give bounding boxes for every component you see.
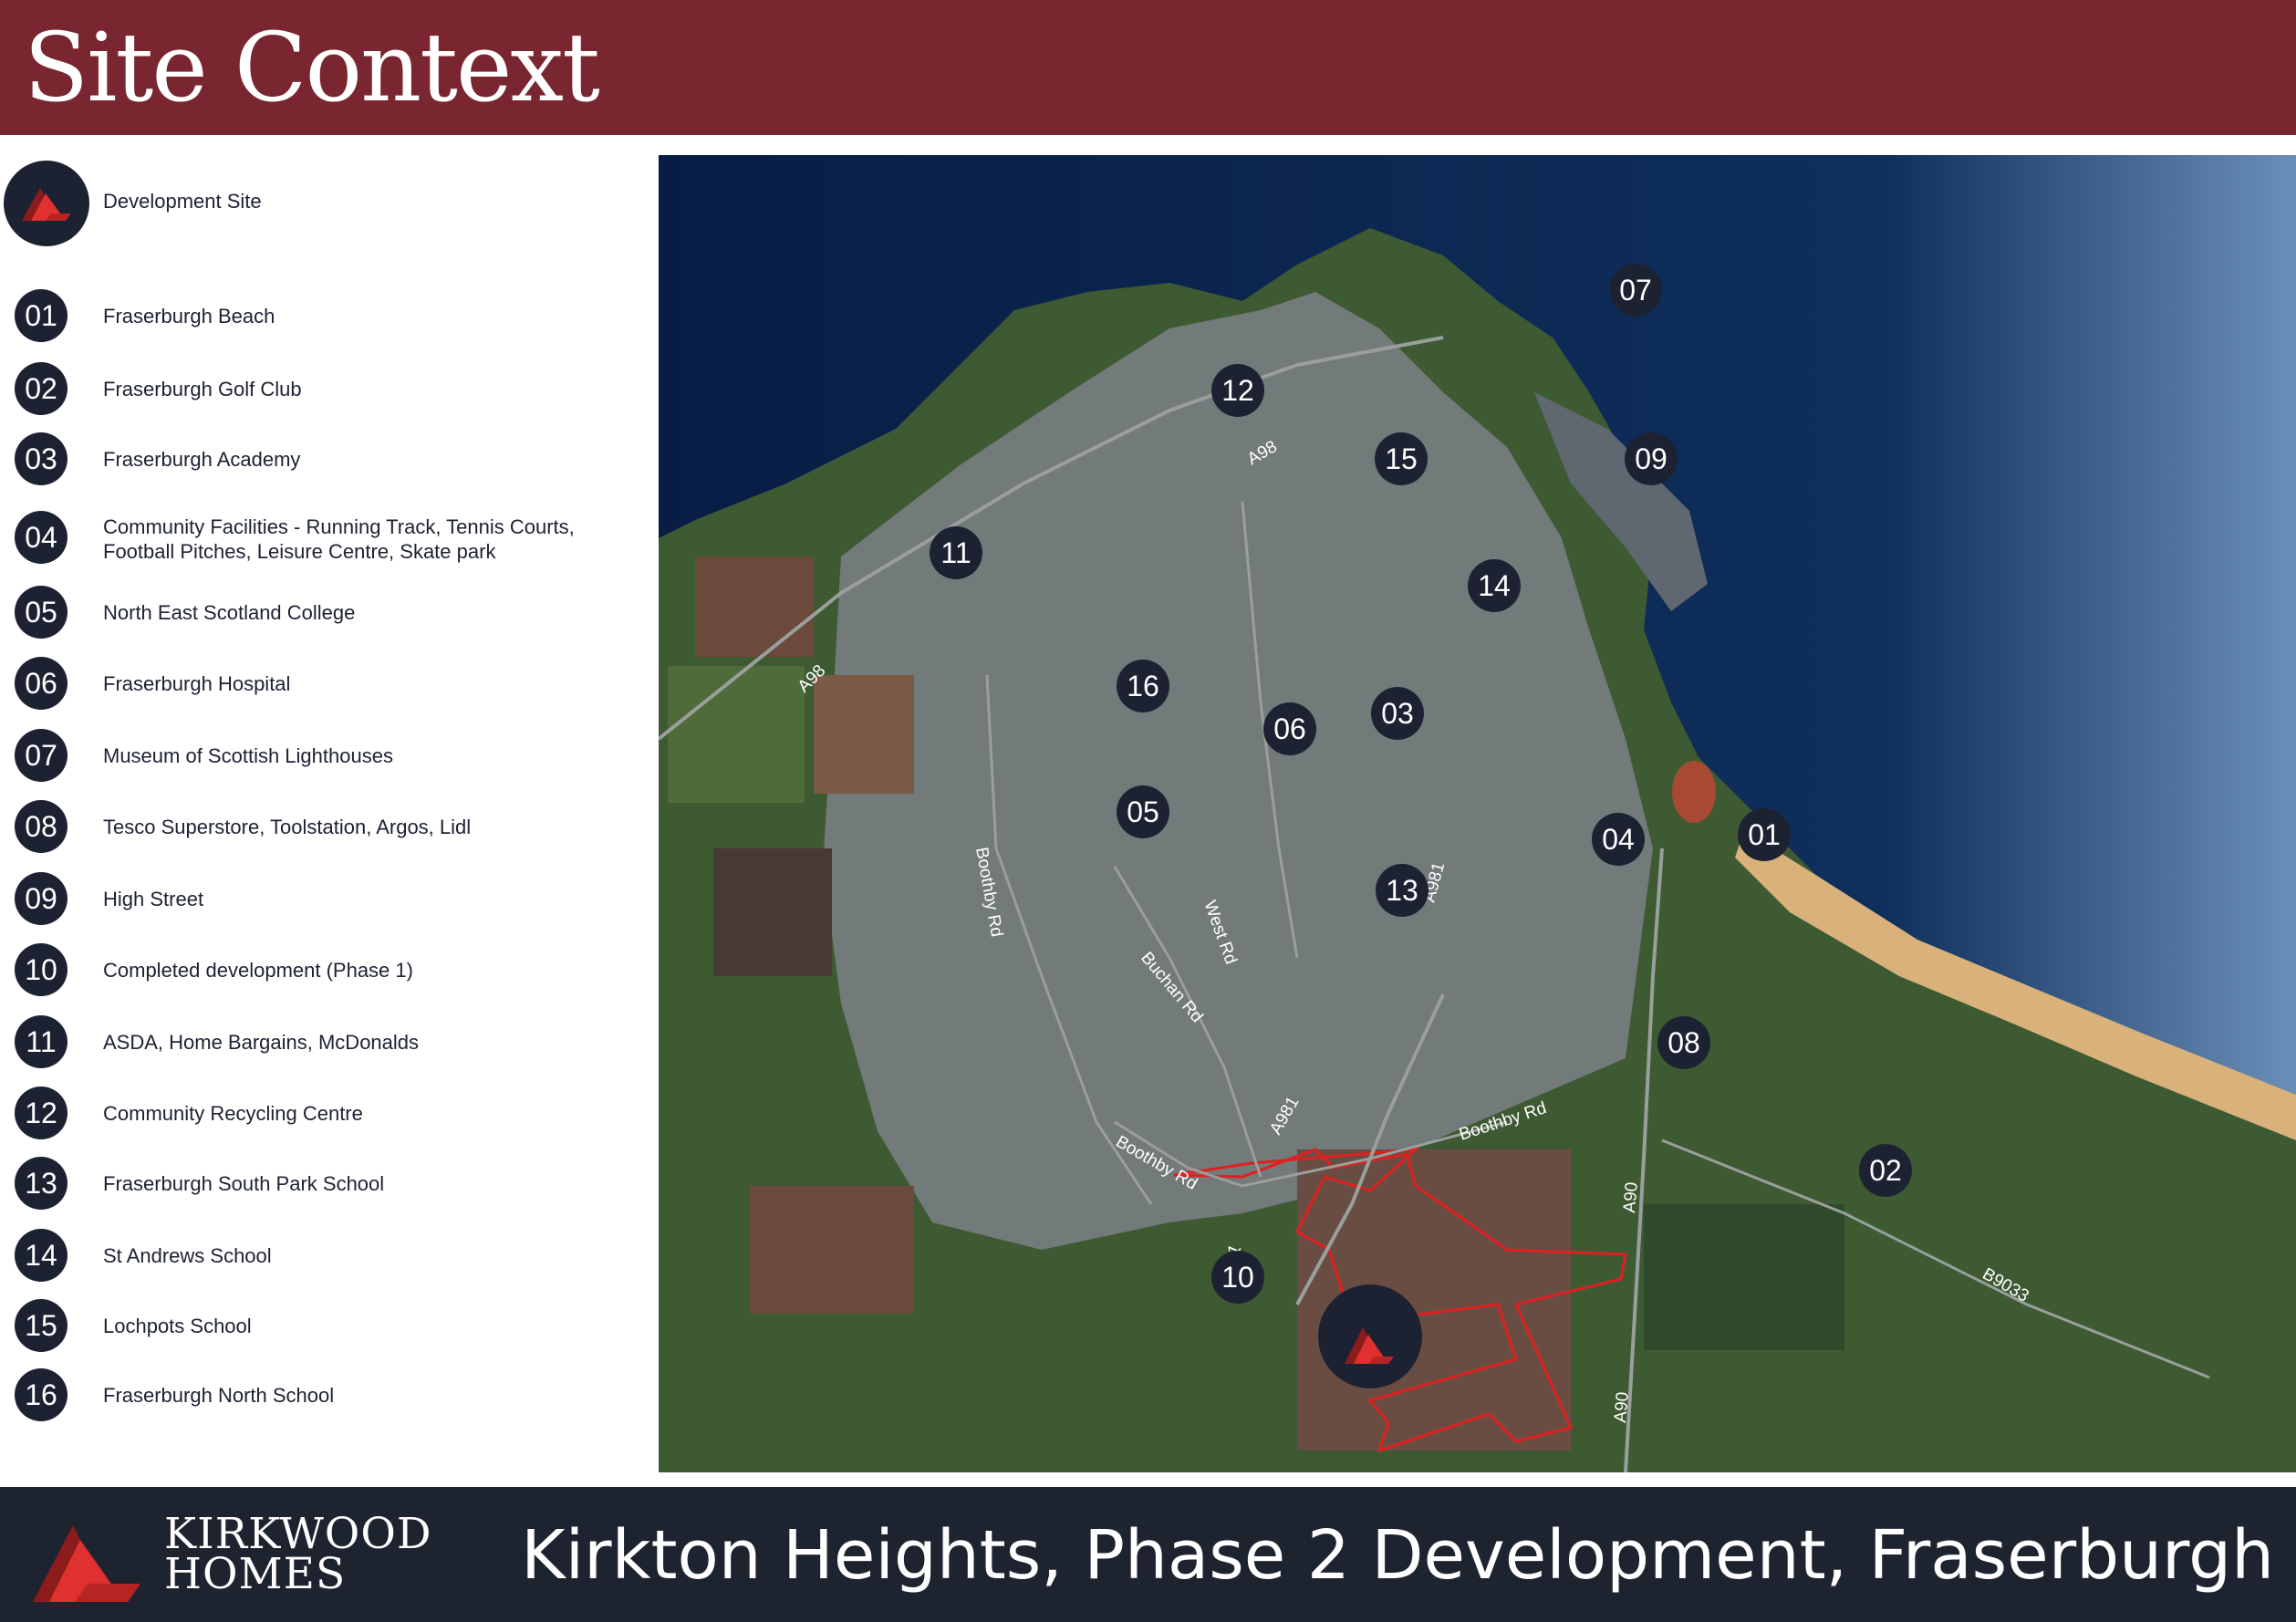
- running-track: [1672, 761, 1716, 823]
- legend-item-number-badge: 15: [15, 1299, 68, 1352]
- header-bar: Site Context: [0, 0, 2296, 135]
- legend-item-label: Community Facilities - Running Track, Te…: [103, 515, 575, 563]
- map-marker-06[interactable]: 06: [1263, 702, 1316, 755]
- field-area: [713, 848, 832, 976]
- legend-item-number-badge: 04: [15, 511, 68, 564]
- road-label: A90: [1620, 1181, 1642, 1214]
- map-marker-02[interactable]: 02: [1859, 1144, 1912, 1197]
- brand-name-line2: HOMES: [164, 1549, 347, 1599]
- legend-item-number-badge: 10: [15, 943, 68, 996]
- legend-item-label: Fraserburgh Academy: [103, 448, 301, 471]
- legend-item-label: Fraserburgh Golf Club: [103, 378, 302, 400]
- legend-item-number-badge: 16: [15, 1368, 68, 1421]
- road-label: A90: [1611, 1391, 1633, 1424]
- map-marker-08[interactable]: 08: [1657, 1016, 1710, 1069]
- footer-title: Kirkton Heights, Phase 2 Development, Fr…: [521, 1516, 2274, 1595]
- legend-item-number-badge: 05: [15, 586, 68, 639]
- legend-item-label: Fraserburgh Beach: [103, 305, 275, 328]
- map-marker-05[interactable]: 05: [1117, 785, 1169, 838]
- map-marker-11[interactable]: 11: [930, 526, 982, 579]
- legend-item-label: Fraserburgh North School: [103, 1384, 335, 1407]
- legend-item-number-badge: 03: [15, 432, 68, 485]
- map-marker-04[interactable]: 04: [1592, 813, 1645, 866]
- legend-item-label: Fraserburgh Hospital: [103, 672, 291, 695]
- map-marker-number: 09: [1635, 442, 1667, 475]
- legend-item-number-badge: 08: [15, 800, 68, 853]
- legend-item-number-badge: 14: [15, 1229, 68, 1282]
- map-marker-number: 01: [1748, 818, 1781, 851]
- page-title: Site Context: [24, 12, 600, 123]
- legend: Development Site 01 Fraserburgh Beach 02 Fr…: [0, 155, 657, 1469]
- map-marker-number: 16: [1127, 670, 1159, 702]
- map-marker-number: 14: [1478, 569, 1511, 602]
- map-marker-number: 13: [1386, 874, 1418, 907]
- field-area: [814, 675, 914, 794]
- legend-item-label: Museum of Scottish Lighthouses: [103, 744, 393, 767]
- map-marker-number: 03: [1381, 697, 1414, 730]
- legend-item-number-badge: 11: [15, 1015, 68, 1068]
- legend-item-label: North East Scotland College: [103, 601, 356, 624]
- legend-item-number-badge: 09: [15, 872, 68, 925]
- map-marker-number: 11: [940, 536, 971, 569]
- development-site-label: Development Site: [103, 190, 262, 213]
- map-marker-16[interactable]: 16: [1117, 660, 1169, 712]
- map-marker-14[interactable]: 14: [1468, 559, 1521, 612]
- legend-item-label: Completed development (Phase 1): [103, 959, 413, 982]
- site-map[interactable]: A98 A98 Boothby Rd West Rd Buchan Rd A981 Boot…: [657, 155, 2296, 1473]
- legend-item-number-badge: 06: [15, 657, 68, 710]
- map-marker-01[interactable]: 01: [1738, 808, 1791, 861]
- map-marker-number: 06: [1273, 712, 1306, 745]
- field-area: [695, 556, 814, 657]
- map-marker-12[interactable]: 12: [1211, 364, 1264, 417]
- map-marker-number: 15: [1385, 442, 1418, 475]
- map-marker-03[interactable]: 03: [1371, 687, 1424, 740]
- development-site-icon: [4, 161, 89, 246]
- legend-item-number-badge: 01: [15, 289, 68, 342]
- legend-item-label: Tesco Superstore, Toolstation, Argos, Li…: [103, 816, 472, 838]
- field-area: [750, 1186, 914, 1314]
- legend-item-number-badge: 02: [15, 362, 68, 415]
- map-marker-number: 08: [1667, 1026, 1700, 1059]
- brand-name: KIRKWOOD HOMES: [164, 1513, 432, 1599]
- kirkwood-logo-icon: [33, 1518, 142, 1610]
- map-marker-number: 05: [1127, 795, 1159, 828]
- map-marker-13[interactable]: 13: [1376, 864, 1429, 917]
- legend-item-number-badge: 13: [15, 1157, 68, 1210]
- legend-item-label: High Street: [103, 888, 204, 910]
- legend-item-label: Lochpots School: [103, 1315, 252, 1337]
- development-site-marker[interactable]: [1318, 1284, 1422, 1388]
- legend-item-label: Community Recycling Centre: [103, 1102, 363, 1125]
- map-marker-number: 10: [1221, 1261, 1254, 1294]
- map-marker-number: 07: [1619, 274, 1652, 307]
- map-marker-number: 12: [1221, 374, 1254, 407]
- map-marker-07[interactable]: 07: [1609, 264, 1662, 317]
- development-site-icon: [1318, 1284, 1422, 1388]
- legend-item-number-badge: 07: [15, 729, 68, 782]
- field-area: [668, 666, 805, 803]
- legend-item-label: St Andrews School: [103, 1244, 272, 1267]
- legend-item-label: ASDA, Home Bargains, McDonalds: [103, 1031, 420, 1054]
- map-marker-15[interactable]: 15: [1375, 432, 1428, 485]
- legend-item-number-badge: 12: [15, 1087, 68, 1139]
- field-area: [1644, 1204, 1844, 1350]
- map-marker-10[interactable]: 10: [1211, 1251, 1264, 1304]
- map-marker-number: 02: [1869, 1154, 1902, 1187]
- map-marker-09[interactable]: 09: [1625, 432, 1678, 485]
- map-marker-number: 04: [1602, 823, 1635, 856]
- legend-item-label: Fraserburgh South Park School: [103, 1172, 385, 1195]
